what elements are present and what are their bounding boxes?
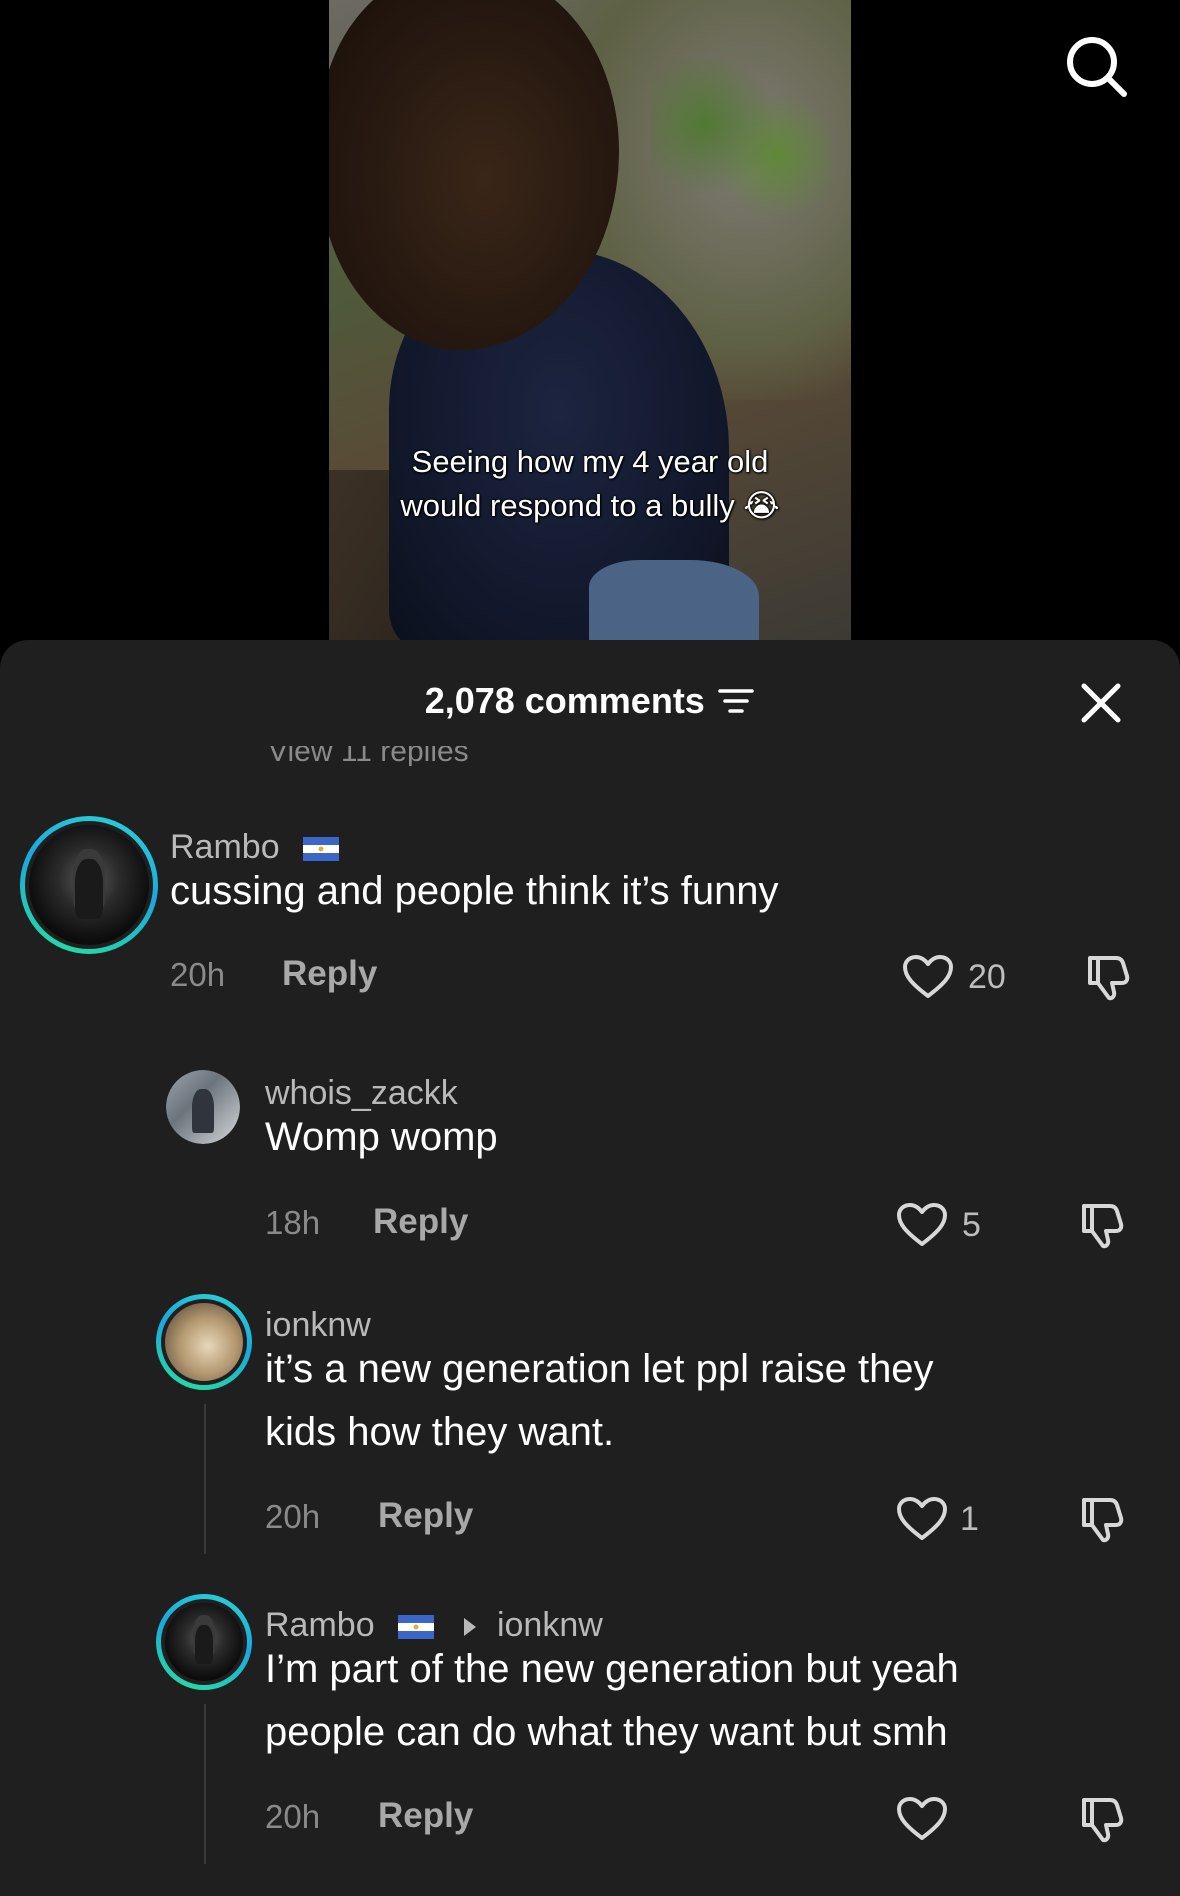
comments-sheet: 2,078 comments View 11 replies Rambo cus… bbox=[0, 640, 1180, 1896]
heart-icon[interactable] bbox=[902, 954, 954, 1000]
close-icon[interactable] bbox=[1078, 680, 1124, 726]
thread-line bbox=[204, 1404, 206, 1554]
caption-line-1: Seeing how my 4 year old bbox=[411, 444, 769, 479]
comment-count: 2,078 comments bbox=[424, 680, 705, 721]
thread-line bbox=[204, 1704, 206, 1864]
avatar[interactable] bbox=[166, 1070, 240, 1144]
comment-text: I’m part of the new generation but yeah … bbox=[265, 1647, 959, 1754]
comment-text: Womp womp bbox=[265, 1115, 498, 1159]
like-count: 5 bbox=[962, 1206, 981, 1244]
flag-icon bbox=[398, 1615, 435, 1640]
screen: { "video": { "caption_line1": "Seeing ho… bbox=[0, 0, 1180, 1896]
reply-arrow-icon bbox=[463, 1618, 476, 1637]
comment-text: cussing and people think it’s funny bbox=[170, 869, 779, 913]
comment-text: it’s a new generation let ppl raise they… bbox=[265, 1347, 934, 1454]
reply-button[interactable]: Reply bbox=[373, 1202, 468, 1242]
comment-time: 20h bbox=[265, 1498, 321, 1535]
dislike-icon[interactable] bbox=[1076, 1794, 1126, 1844]
view-replies-link[interactable]: View 11 replies bbox=[268, 746, 469, 766]
like-count: 20 bbox=[968, 958, 1006, 996]
avatar[interactable] bbox=[156, 1294, 252, 1390]
reply-button[interactable]: Reply bbox=[282, 954, 377, 994]
reply-button[interactable]: Reply bbox=[378, 1796, 473, 1836]
heart-icon[interactable] bbox=[896, 1796, 948, 1842]
like-count: 1 bbox=[960, 1500, 979, 1538]
caption-line-2: would respond to a bully 😭 bbox=[400, 488, 780, 523]
heart-icon[interactable] bbox=[896, 1496, 948, 1542]
video-player[interactable]: Seeing how my 4 year old would respond t… bbox=[329, 0, 851, 640]
filter-icon[interactable] bbox=[717, 686, 755, 716]
video-caption: Seeing how my 4 year old would respond t… bbox=[329, 440, 851, 528]
dislike-icon[interactable] bbox=[1076, 1494, 1126, 1544]
flag-icon bbox=[303, 837, 340, 862]
dislike-icon[interactable] bbox=[1076, 1200, 1126, 1250]
heart-icon[interactable] bbox=[896, 1202, 948, 1248]
comment-time: 18h bbox=[265, 1204, 321, 1241]
comments-header: 2,078 comments bbox=[0, 680, 1180, 734]
avatar[interactable] bbox=[156, 1594, 252, 1690]
comment-time: 20h bbox=[265, 1798, 321, 1835]
search-button[interactable] bbox=[1060, 30, 1132, 102]
reply-button[interactable]: Reply bbox=[378, 1496, 473, 1536]
dislike-icon[interactable] bbox=[1082, 952, 1132, 1002]
search-icon bbox=[1067, 37, 1127, 97]
comment-time: 20h bbox=[170, 956, 226, 993]
avatar[interactable] bbox=[20, 816, 158, 954]
